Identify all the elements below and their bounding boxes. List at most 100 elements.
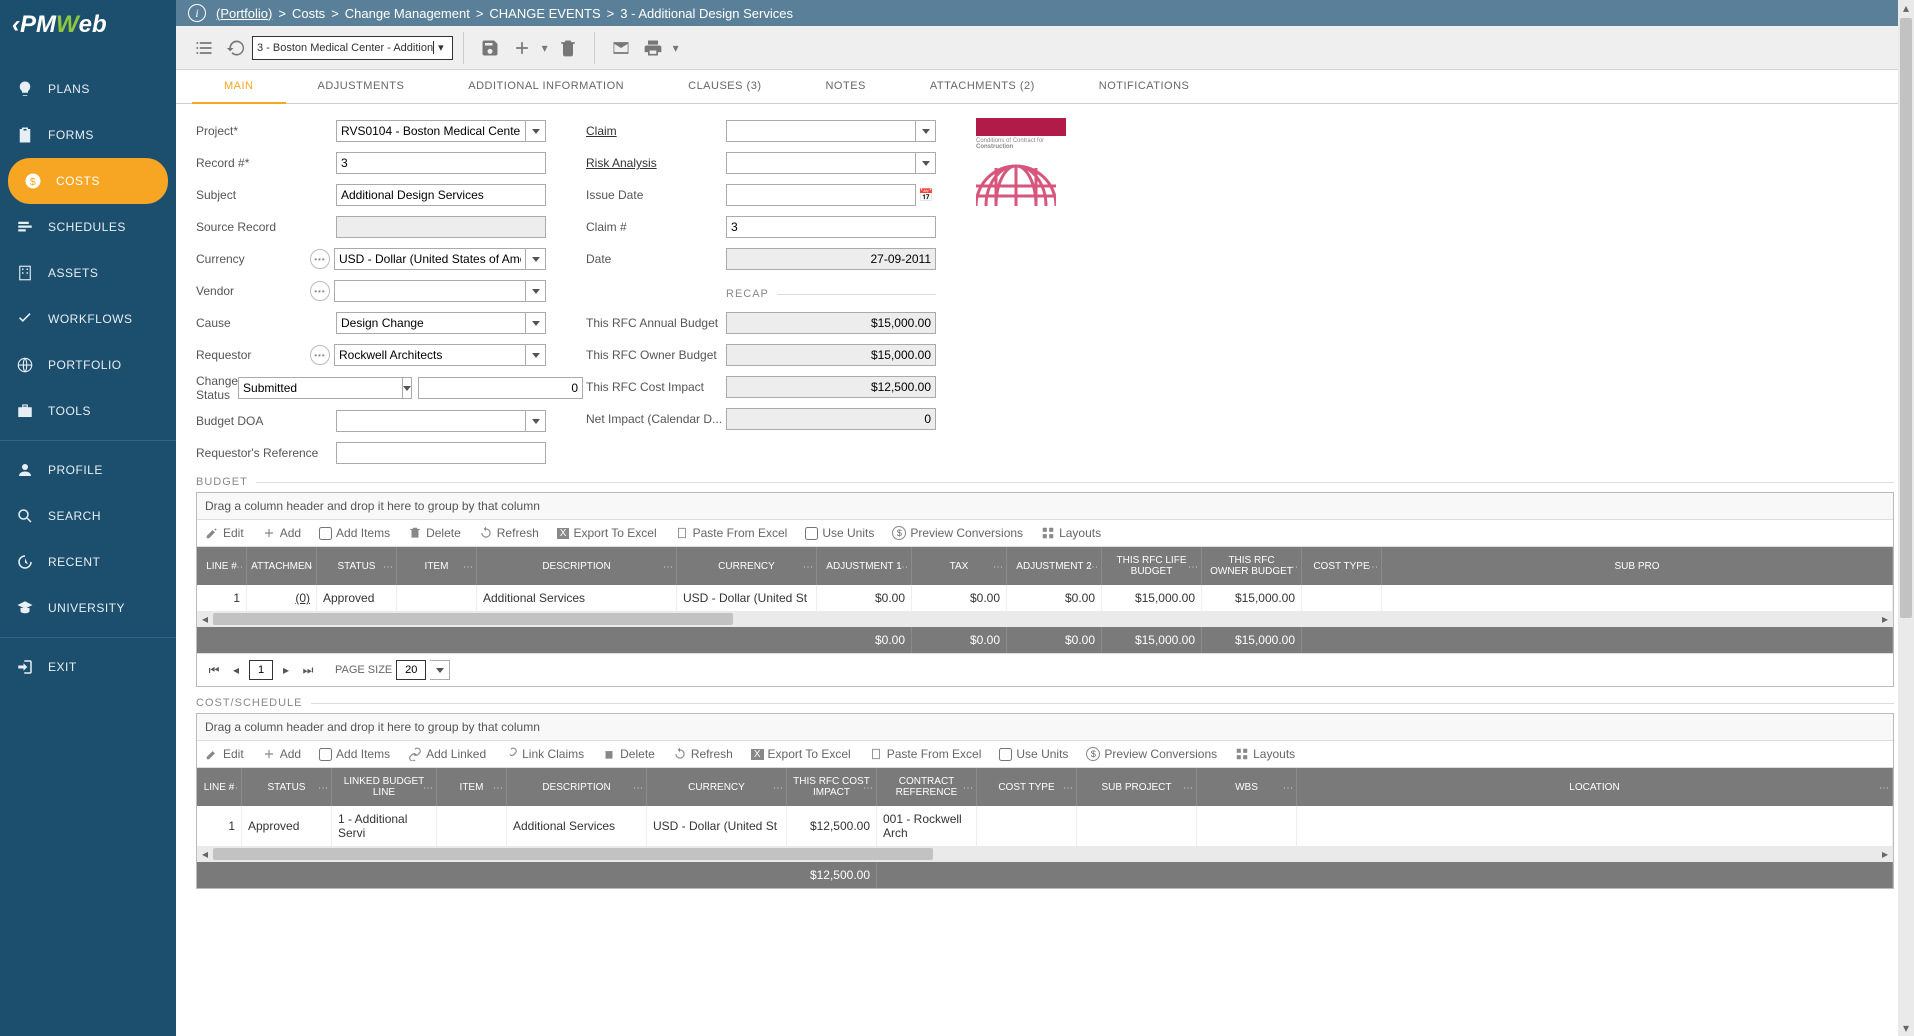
col-desc[interactable]: DESCRIPTION⋮ bbox=[477, 547, 677, 585]
add-dropdown-icon[interactable]: ▾ bbox=[538, 32, 552, 64]
doa-input[interactable] bbox=[336, 410, 526, 432]
breadcrumb-root[interactable]: (Portfolio) bbox=[216, 6, 272, 21]
subject-input[interactable] bbox=[336, 184, 546, 206]
scroll-right-icon-2[interactable]: ▸ bbox=[1877, 846, 1893, 862]
col-adj2[interactable]: ADJUSTMENT 2⋮ bbox=[1007, 547, 1102, 585]
budget-hscroll[interactable]: ◂ ▸ bbox=[197, 611, 1893, 627]
delete-button-2[interactable]: Delete bbox=[602, 747, 655, 761]
col-line[interactable]: LINE #⋮ bbox=[197, 547, 247, 585]
nav-university[interactable]: UNIVERSITY bbox=[0, 585, 176, 631]
nav-search[interactable]: SEARCH bbox=[0, 493, 176, 539]
cost-group-hint[interactable]: Drag a column header and drop it here to… bbox=[197, 714, 1893, 741]
tab-additional-info[interactable]: ADDITIONAL INFORMATION bbox=[436, 70, 656, 103]
attachment-thumbnail[interactable]: Conditions of Contract forConstruction bbox=[976, 118, 1066, 208]
col-item[interactable]: ITEM⋮ bbox=[397, 547, 477, 585]
edit-button-2[interactable]: Edit bbox=[205, 747, 244, 761]
claim-dd[interactable] bbox=[916, 120, 936, 142]
cause-dd[interactable] bbox=[526, 312, 546, 334]
currency-input[interactable] bbox=[334, 248, 526, 270]
scroll-left-icon-2[interactable]: ◂ bbox=[197, 846, 213, 862]
scroll-right-icon[interactable]: ▸ bbox=[1877, 611, 1893, 627]
layouts-button[interactable]: Layouts bbox=[1041, 526, 1101, 540]
vendor-picker-icon[interactable]: ••• bbox=[310, 281, 330, 301]
tab-clauses[interactable]: CLAUSES (3) bbox=[656, 70, 793, 103]
info-icon[interactable]: i bbox=[188, 4, 206, 22]
print-icon[interactable] bbox=[637, 32, 669, 64]
status-dd[interactable] bbox=[403, 377, 412, 399]
add-button[interactable]: Add bbox=[262, 526, 301, 540]
history-btn-icon[interactable] bbox=[220, 32, 252, 64]
page-input[interactable] bbox=[249, 660, 273, 680]
layouts-button-2[interactable]: Layouts bbox=[1235, 747, 1295, 761]
nav-assets[interactable]: ASSETS bbox=[0, 250, 176, 296]
claim-input[interactable] bbox=[726, 120, 916, 142]
group-hint[interactable]: Drag a column header and drop it here to… bbox=[197, 493, 1893, 520]
nav-costs[interactable]: $COSTS bbox=[8, 158, 168, 204]
tab-attachments[interactable]: ATTACHMENTS (2) bbox=[898, 70, 1067, 103]
first-page-icon[interactable]: ⏮ bbox=[205, 661, 223, 679]
units-button[interactable]: Use Units bbox=[805, 526, 874, 540]
requestor-input[interactable] bbox=[334, 344, 526, 366]
cost-hscroll[interactable]: ◂ ▸ bbox=[197, 846, 1893, 862]
prev-page-icon[interactable]: ◂ bbox=[227, 661, 245, 679]
tab-notes[interactable]: NOTES bbox=[793, 70, 897, 103]
paste-button-2[interactable]: Paste From Excel bbox=[869, 747, 982, 761]
email-icon[interactable] bbox=[605, 32, 637, 64]
currency-picker-icon[interactable]: ••• bbox=[310, 249, 330, 269]
project-input[interactable] bbox=[336, 120, 526, 142]
add-linked-button[interactable]: Add Linked bbox=[408, 747, 486, 761]
nav-exit[interactable]: EXIT bbox=[0, 644, 176, 690]
nav-workflows[interactable]: WORKFLOWS bbox=[0, 296, 176, 342]
tab-main[interactable]: MAIN bbox=[192, 70, 286, 104]
budget-row[interactable]: 1 (0) Approved Additional Services USD -… bbox=[197, 585, 1893, 611]
col-attach[interactable]: ATTACHMEN⋮ bbox=[247, 547, 317, 585]
record-input[interactable] bbox=[336, 152, 546, 174]
record-selector[interactable]: 3 - Boston Medical Center - Addition▾ bbox=[252, 36, 453, 60]
delete-button[interactable]: Delete bbox=[408, 526, 461, 540]
add-items-button-2[interactable]: Add Items bbox=[319, 747, 390, 761]
edit-button[interactable]: Edit bbox=[205, 526, 244, 540]
col-costtype[interactable]: COST TYPE⋮ bbox=[1302, 547, 1382, 585]
col-currency[interactable]: CURRENCY⋮ bbox=[677, 547, 817, 585]
col-adj1[interactable]: ADJUSTMENT 1⋮ bbox=[817, 547, 912, 585]
currency-dd[interactable] bbox=[526, 248, 546, 270]
vendor-input[interactable] bbox=[334, 280, 526, 302]
nav-schedules[interactable]: SCHEDULES bbox=[0, 204, 176, 250]
nav-profile[interactable]: PROFILE bbox=[0, 447, 176, 493]
paste-button[interactable]: Paste From Excel bbox=[675, 526, 788, 540]
claimno-input[interactable] bbox=[726, 216, 936, 238]
units-button-2[interactable]: Use Units bbox=[999, 747, 1068, 761]
doa-dd[interactable] bbox=[526, 410, 546, 432]
scroll-up-icon[interactable]: ▴ bbox=[1898, 0, 1914, 16]
project-dd[interactable] bbox=[526, 120, 546, 142]
risk-label[interactable]: Risk Analysis bbox=[586, 156, 726, 170]
claim-label[interactable]: Claim bbox=[586, 124, 726, 138]
add-items-button[interactable]: Add Items bbox=[319, 526, 390, 540]
link-claims-button[interactable]: Link Claims bbox=[504, 747, 584, 761]
preview-button[interactable]: $Preview Conversions bbox=[892, 526, 1023, 540]
export-button-2[interactable]: XExport To Excel bbox=[751, 747, 851, 761]
cost-row[interactable]: 1 Approved 1 - Additional Servi Addition… bbox=[197, 806, 1893, 846]
chevron-down-icon[interactable]: ▾ bbox=[433, 41, 448, 54]
nav-recent[interactable]: RECENT bbox=[0, 539, 176, 585]
risk-dd[interactable] bbox=[916, 152, 936, 174]
scroll-left-icon[interactable]: ◂ bbox=[197, 611, 213, 627]
nav-plans[interactable]: PLANS bbox=[0, 66, 176, 112]
tab-notifications[interactable]: NOTIFICATIONS bbox=[1067, 70, 1222, 103]
refresh-button-2[interactable]: Refresh bbox=[673, 747, 733, 761]
save-icon[interactable] bbox=[474, 32, 506, 64]
col-tax[interactable]: TAX⋮ bbox=[912, 547, 1007, 585]
nav-portfolio[interactable]: PORTFOLIO bbox=[0, 342, 176, 388]
col-sub[interactable]: SUB PRO bbox=[1382, 547, 1893, 585]
refresh-button[interactable]: Refresh bbox=[479, 526, 539, 540]
delete-icon[interactable] bbox=[552, 32, 584, 64]
preview-button-2[interactable]: $Preview Conversions bbox=[1086, 747, 1217, 761]
status-input[interactable] bbox=[238, 377, 403, 399]
calendar-icon[interactable]: 📅 bbox=[916, 184, 936, 206]
issue-input[interactable] bbox=[726, 184, 916, 206]
nav-forms[interactable]: FORMS bbox=[0, 112, 176, 158]
last-page-icon[interactable]: ⏭ bbox=[299, 661, 317, 679]
scroll-down-icon[interactable]: ▾ bbox=[1898, 1020, 1914, 1036]
nav-tools[interactable]: TOOLS bbox=[0, 388, 176, 434]
status-num[interactable] bbox=[418, 377, 583, 399]
